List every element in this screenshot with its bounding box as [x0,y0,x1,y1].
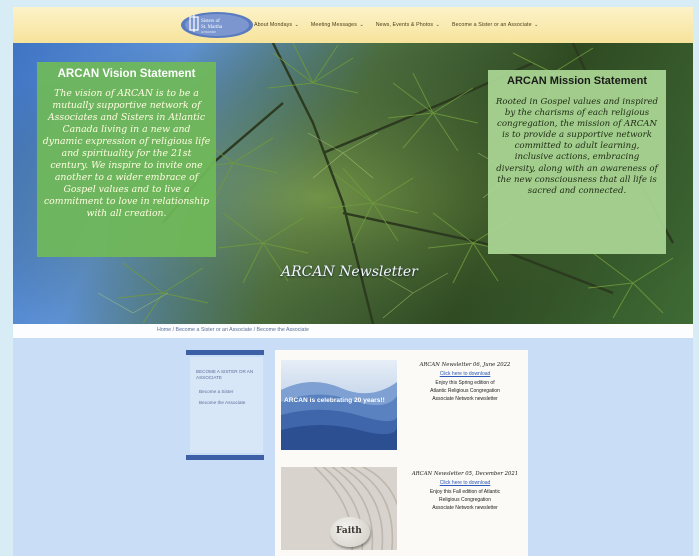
svg-text:Sisters of: Sisters of [201,19,220,24]
menu-item-label: Meeting Messages [310,22,357,28]
newsletter-desc-line: Enjoy this Spring edition of [435,380,495,386]
sidebar-title: Become a Sister or an Associate [196,369,254,380]
vision-statement-box: ARCAN Vision Statement The vision of ARC… [37,62,216,257]
vision-title: ARCAN Vision Statement [57,68,196,80]
newsletter-list: ARCAN is celebrating 20 years!! ARCAN Ne… [275,350,528,556]
page-title: ARCAN Newsletter [281,264,418,280]
chevron-down-icon: ⌄ [434,22,440,28]
chevron-down-icon: ⌄ [357,22,364,28]
svg-text:St. Martha: St. Martha [201,25,223,30]
menu-item-label: News, Events & Photos [375,22,434,28]
newsletter-image-2022[interactable]: ARCAN is celebrating 20 years!! [281,360,397,450]
hero-banner: ARCAN Vision Statement The vision of ARC… [13,43,693,324]
menu-item-about[interactable]: About Mondays ⌄ [254,22,299,28]
mission-text: Rooted in Gospel values and inspired by … [495,97,659,196]
newsletter-desc-line: Associate Network newsletter [432,396,498,402]
newsletter-desc-line: Atlantic Religious Congregation [430,388,500,394]
vision-text: The vision of ARCAN is to be a mutually … [42,88,211,219]
mission-title: ARCAN Mission Statement [507,75,647,87]
chevron-down-icon: ⌄ [532,22,539,28]
sidebar-link-become-associate[interactable]: Become the Associate [199,400,245,405]
newsletter-desc-line: Religious Congregation [439,497,491,503]
newsletter-item-2022: ARCAN Newsletter 06, June 2022 Click her… [407,362,523,403]
waves-image [281,360,397,450]
logo-image: Sisters of St. Martha ANTIGONISH [181,12,253,38]
newsletter-image-caption: ARCAN is celebrating 20 years!! [284,397,385,404]
menu-item-meeting-messages[interactable]: Meeting Messages ⌄ [311,22,364,28]
main-menu: About Mondays ⌄ Meeting Messages ⌄ News,… [254,7,538,43]
newsletter-desc-line: Associate Network newsletter [432,505,498,511]
page: Sisters of St. Martha ANTIGONISH About M… [13,7,693,556]
newsletter-image-2021[interactable]: Faith [281,467,397,550]
newsletter-title: ARCAN Newsletter 05, December 2021 [411,471,519,477]
breadcrumb[interactable]: Home / Become a Sister or an Associate /… [157,327,309,333]
download-link[interactable]: Click here to download [407,480,523,486]
sidebar-link-become-sister[interactable]: Become a Sister [199,389,233,394]
newsletter-desc-line: Enjoy this Fall edition of Atlantic [429,489,501,495]
menu-item-news-events[interactable]: News, Events & Photos ⌄ [376,22,440,28]
site-logo[interactable]: Sisters of St. Martha ANTIGONISH [180,10,254,40]
sidebar-panel: Become a Sister or an Associate Become a… [190,357,263,453]
sidebar: Become a Sister or an Associate Become a… [186,350,264,460]
menu-item-label: Become a Sister or an Associate [451,22,532,28]
mission-statement-box: ARCAN Mission Statement Rooted in Gospel… [488,70,666,254]
browser-frame: Sisters of St. Martha ANTIGONISH About M… [0,0,699,556]
menu-item-label: About Mondays [254,22,293,28]
svg-text:ANTIGONISH: ANTIGONISH [201,31,216,34]
menu-item-become[interactable]: Become a Sister or an Associate ⌄ [452,22,538,28]
newsletter-title: ARCAN Newsletter 06, June 2022 [419,362,511,368]
newsletter-item-2021: ARCAN Newsletter 05, December 2021 Click… [407,471,523,512]
faith-text: Faith [336,526,362,536]
top-navigation: Sisters of St. Martha ANTIGONISH About M… [13,7,693,44]
faith-stone: Faith [330,517,370,547]
chevron-down-icon: ⌄ [293,22,299,28]
breadcrumb-bar: Home / Become a Sister or an Associate /… [13,324,693,338]
download-link[interactable]: Click here to download [407,371,523,377]
